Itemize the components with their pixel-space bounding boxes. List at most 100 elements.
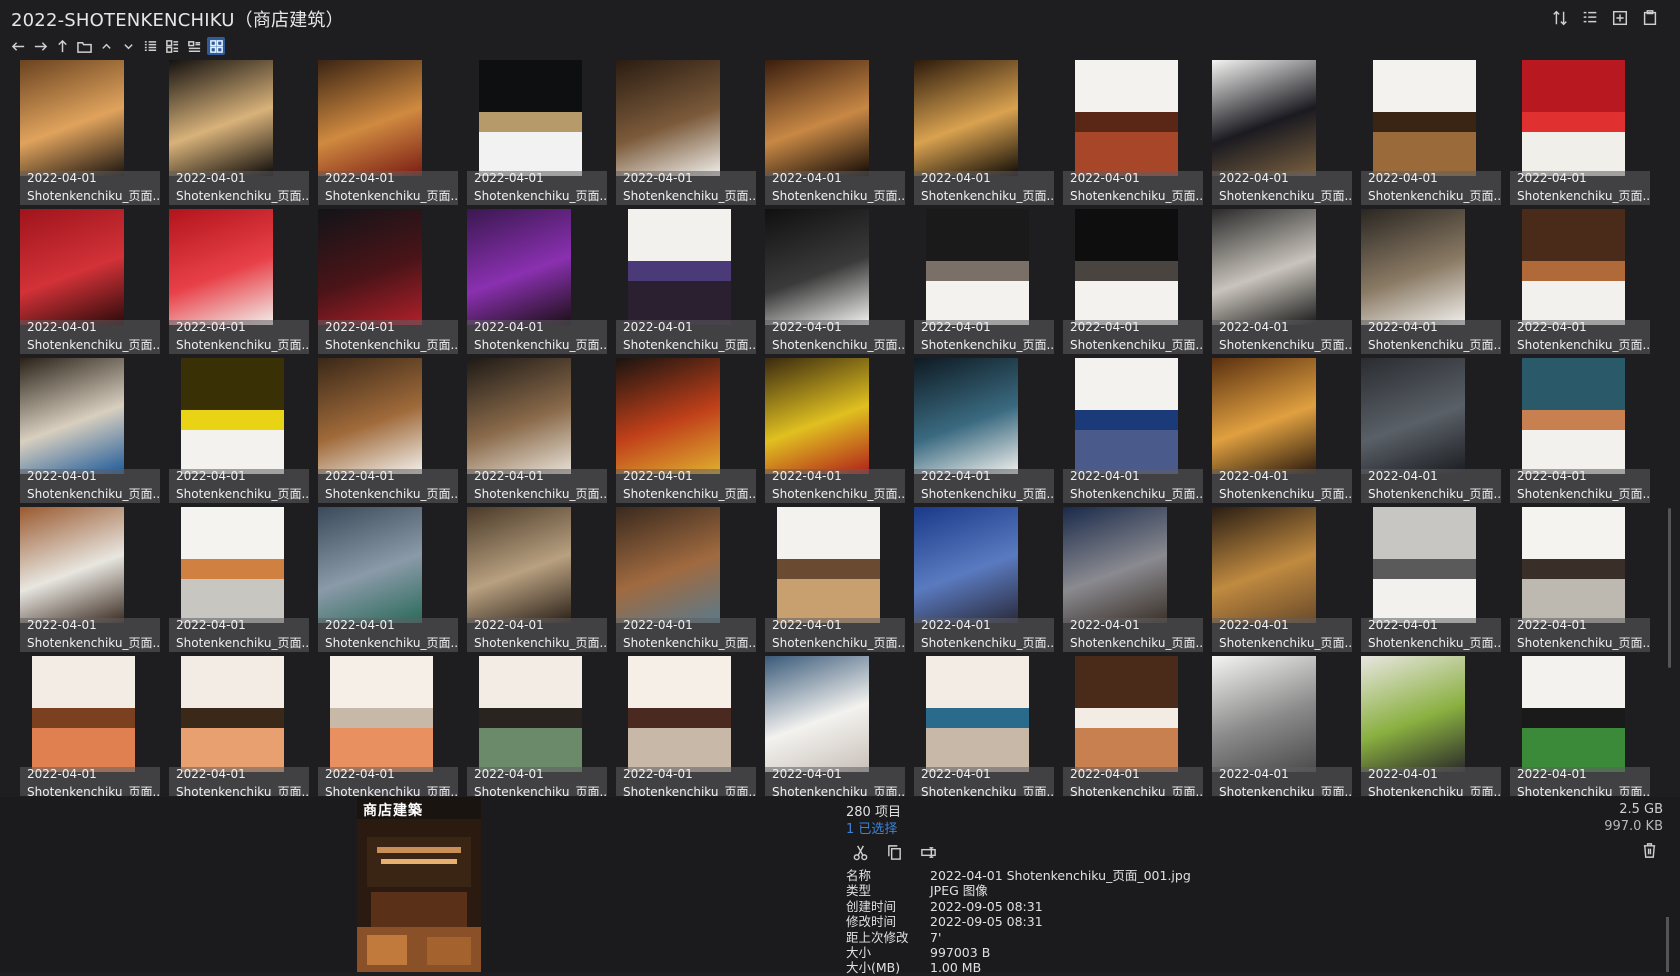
thumbnail-label: 2022-04-01 Shotenkenchiku_页面... xyxy=(1063,469,1203,503)
thumbnail-tile[interactable]: 2022-04-01 Shotenkenchiku_页面... xyxy=(1200,58,1352,205)
thumbnail-tile[interactable]: 2022-04-01 Shotenkenchiku_页面... xyxy=(1051,356,1203,503)
chevron-up-icon[interactable] xyxy=(97,37,115,55)
thumbnail-tile[interactable]: 2022-04-01 Shotenkenchiku_页面... xyxy=(1498,356,1650,503)
chevron-down-icon[interactable] xyxy=(119,37,137,55)
thumbnail-label: 2022-04-01 Shotenkenchiku_页面... xyxy=(914,618,1054,652)
thumbnail-tile[interactable]: 2022-04-01 Shotenkenchiku_页面... xyxy=(455,505,607,652)
thumbnail-filename: Shotenkenchiku_页面... xyxy=(1368,487,1500,501)
thumbnail-tile[interactable]: 2022-04-01 Shotenkenchiku_页面... xyxy=(306,505,458,652)
sort-icon[interactable] xyxy=(1550,8,1570,28)
copy-icon[interactable] xyxy=(884,842,904,862)
thumbnail-tile[interactable]: 2022-04-01 Shotenkenchiku_页面... xyxy=(1349,207,1501,354)
thumbnail-filename: Shotenkenchiku_页面... xyxy=(1368,636,1500,650)
thumbnail-tile[interactable]: 2022-04-01 Shotenkenchiku_页面... xyxy=(753,505,905,652)
thumbnail-tile[interactable]: 2022-04-01 Shotenkenchiku_页面... xyxy=(1051,654,1203,796)
thumbnail-tile[interactable]: 2022-04-01 Shotenkenchiku_页面... xyxy=(8,505,160,652)
thumbnail-date: 2022-04-01 xyxy=(1070,469,1140,483)
thumbnail-tile[interactable]: 2022-04-01 Shotenkenchiku_页面... xyxy=(1349,356,1501,503)
new-window-icon[interactable] xyxy=(1610,8,1630,28)
thumbnail-filename: Shotenkenchiku_页面... xyxy=(474,189,606,203)
thumbnail-tile[interactable]: 2022-04-01 Shotenkenchiku_页面... xyxy=(604,207,756,354)
thumbnail-tile[interactable]: 2022-04-01 Shotenkenchiku_页面... xyxy=(8,356,160,503)
thumbnail-image xyxy=(1075,209,1178,325)
view-details-icon[interactable] xyxy=(163,37,181,55)
delete-icon[interactable] xyxy=(1641,842,1658,863)
details-scrollbar[interactable] xyxy=(1666,917,1669,972)
thumbnail-tile[interactable]: 2022-04-01 Shotenkenchiku_页面... xyxy=(8,207,160,354)
thumbnail-label: 2022-04-01 Shotenkenchiku_页面... xyxy=(1361,171,1501,205)
thumbnail-tile[interactable]: 2022-04-01 Shotenkenchiku_页面... xyxy=(306,207,458,354)
thumbnail-tile[interactable]: 2022-04-01 Shotenkenchiku_页面... xyxy=(8,654,160,796)
thumbnail-filename: Shotenkenchiku_页面... xyxy=(27,189,159,203)
thumbnail-tile[interactable]: 2022-04-01 Shotenkenchiku_页面... xyxy=(1498,58,1650,205)
thumbnail-tile[interactable]: 2022-04-01 Shotenkenchiku_页面... xyxy=(604,505,756,652)
view-tiles-icon[interactable] xyxy=(185,37,203,55)
file-actions xyxy=(850,842,938,862)
thumbnail-tile[interactable]: 2022-04-01 Shotenkenchiku_页面... xyxy=(157,58,309,205)
thumbnail-tile[interactable]: 2022-04-01 Shotenkenchiku_页面... xyxy=(753,207,905,354)
thumbnail-tile[interactable]: 2022-04-01 Shotenkenchiku_页面... xyxy=(604,654,756,796)
folder-icon[interactable] xyxy=(75,37,93,55)
thumbnail-tile[interactable]: 2022-04-01 Shotenkenchiku_页面... xyxy=(902,207,1054,354)
thumbnail-date: 2022-04-01 xyxy=(1219,618,1289,632)
thumbnail-tile[interactable]: 2022-04-01 Shotenkenchiku_页面... xyxy=(1051,505,1203,652)
thumbnail-label: 2022-04-01 Shotenkenchiku_页面... xyxy=(318,469,458,503)
thumbnail-tile[interactable]: 2022-04-01 Shotenkenchiku_页面... xyxy=(8,58,160,205)
cut-icon[interactable] xyxy=(850,842,870,862)
thumbnail-tile[interactable]: 2022-04-01 Shotenkenchiku_页面... xyxy=(1349,654,1501,796)
property-value: 2022-09-05 08:31 xyxy=(930,898,1043,914)
thumbnail-tile[interactable]: 2022-04-01 Shotenkenchiku_页面... xyxy=(455,207,607,354)
thumbnail-filename: Shotenkenchiku_页面... xyxy=(772,189,904,203)
list-details-icon[interactable] xyxy=(1580,8,1600,28)
thumbnail-filename: Shotenkenchiku_页面... xyxy=(1368,189,1500,203)
thumbnail-tile[interactable]: 2022-04-01 Shotenkenchiku_页面... xyxy=(753,58,905,205)
rename-icon[interactable] xyxy=(918,842,938,862)
up-icon[interactable] xyxy=(53,37,71,55)
thumbnail-tile[interactable]: 2022-04-01 Shotenkenchiku_页面... xyxy=(306,58,458,205)
selected-count[interactable]: 1 已选择 xyxy=(846,818,897,837)
thumbnail-tile[interactable]: 2022-04-01 Shotenkenchiku_页面... xyxy=(1051,207,1203,354)
thumbnail-tile[interactable]: 2022-04-01 Shotenkenchiku_页面... xyxy=(1200,505,1352,652)
thumbnail-tile[interactable]: 2022-04-01 Shotenkenchiku_页面... xyxy=(157,356,309,503)
thumbnail-tile[interactable]: 2022-04-01 Shotenkenchiku_页面... xyxy=(604,58,756,205)
thumbnail-date: 2022-04-01 xyxy=(921,320,991,334)
thumbnail-tile[interactable]: 2022-04-01 Shotenkenchiku_页面... xyxy=(902,356,1054,503)
grid-scrollbar[interactable] xyxy=(1666,58,1674,796)
thumbnail-label: 2022-04-01 Shotenkenchiku_页面... xyxy=(914,767,1054,796)
thumbnail-tile[interactable]: 2022-04-01 Shotenkenchiku_页面... xyxy=(902,505,1054,652)
thumbnail-tile[interactable]: 2022-04-01 Shotenkenchiku_页面... xyxy=(1498,505,1650,652)
thumbnail-tile[interactable]: 2022-04-01 Shotenkenchiku_页面... xyxy=(604,356,756,503)
thumbnail-tile[interactable]: 2022-04-01 Shotenkenchiku_页面... xyxy=(1498,207,1650,354)
thumbnail-tile[interactable]: 2022-04-01 Shotenkenchiku_页面... xyxy=(157,207,309,354)
thumbnail-tile[interactable]: 2022-04-01 Shotenkenchiku_页面... xyxy=(1051,58,1203,205)
thumbnail-tile[interactable]: 2022-04-01 Shotenkenchiku_页面... xyxy=(306,356,458,503)
thumbnail-tile[interactable]: 2022-04-01 Shotenkenchiku_页面... xyxy=(1200,356,1352,503)
thumbnail-tile[interactable]: 2022-04-01 Shotenkenchiku_页面... xyxy=(157,505,309,652)
thumbnail-tile[interactable]: 2022-04-01 Shotenkenchiku_页面... xyxy=(902,654,1054,796)
thumbnail-filename: Shotenkenchiku_页面... xyxy=(1070,636,1202,650)
thumbnail-tile[interactable]: 2022-04-01 Shotenkenchiku_页面... xyxy=(753,654,905,796)
thumbnail-grid: 2022-04-01 Shotenkenchiku_页面... 2022-04-01… xyxy=(0,58,1650,796)
thumbnail-tile[interactable]: 2022-04-01 Shotenkenchiku_页面... xyxy=(1200,654,1352,796)
thumbnail-image xyxy=(318,209,422,325)
view-grid-icon[interactable] xyxy=(207,37,225,55)
thumbnail-tile[interactable]: 2022-04-01 Shotenkenchiku_页面... xyxy=(157,654,309,796)
thumbnail-tile[interactable]: 2022-04-01 Shotenkenchiku_页面... xyxy=(1498,654,1650,796)
view-list-icon[interactable] xyxy=(141,37,159,55)
thumbnail-tile[interactable]: 2022-04-01 Shotenkenchiku_页面... xyxy=(306,654,458,796)
thumbnail-label: 2022-04-01 Shotenkenchiku_页面... xyxy=(765,469,905,503)
thumbnail-tile[interactable]: 2022-04-01 Shotenkenchiku_页面... xyxy=(455,356,607,503)
back-icon[interactable] xyxy=(9,37,27,55)
thumbnail-date: 2022-04-01 xyxy=(176,469,246,483)
thumbnail-tile[interactable]: 2022-04-01 Shotenkenchiku_页面... xyxy=(902,58,1054,205)
forward-icon[interactable] xyxy=(31,37,49,55)
thumbnail-tile[interactable]: 2022-04-01 Shotenkenchiku_页面... xyxy=(753,356,905,503)
thumbnail-tile[interactable]: 2022-04-01 Shotenkenchiku_页面... xyxy=(1349,505,1501,652)
clipboard-icon[interactable] xyxy=(1640,8,1660,28)
thumbnail-tile[interactable]: 2022-04-01 Shotenkenchiku_页面... xyxy=(455,654,607,796)
scrollbar-thumb[interactable] xyxy=(1668,508,1671,668)
thumbnail-tile[interactable]: 2022-04-01 Shotenkenchiku_页面... xyxy=(455,58,607,205)
preview-image: 商店建築 xyxy=(357,797,481,972)
thumbnail-tile[interactable]: 2022-04-01 Shotenkenchiku_页面... xyxy=(1349,58,1501,205)
thumbnail-tile[interactable]: 2022-04-01 Shotenkenchiku_页面... xyxy=(1200,207,1352,354)
